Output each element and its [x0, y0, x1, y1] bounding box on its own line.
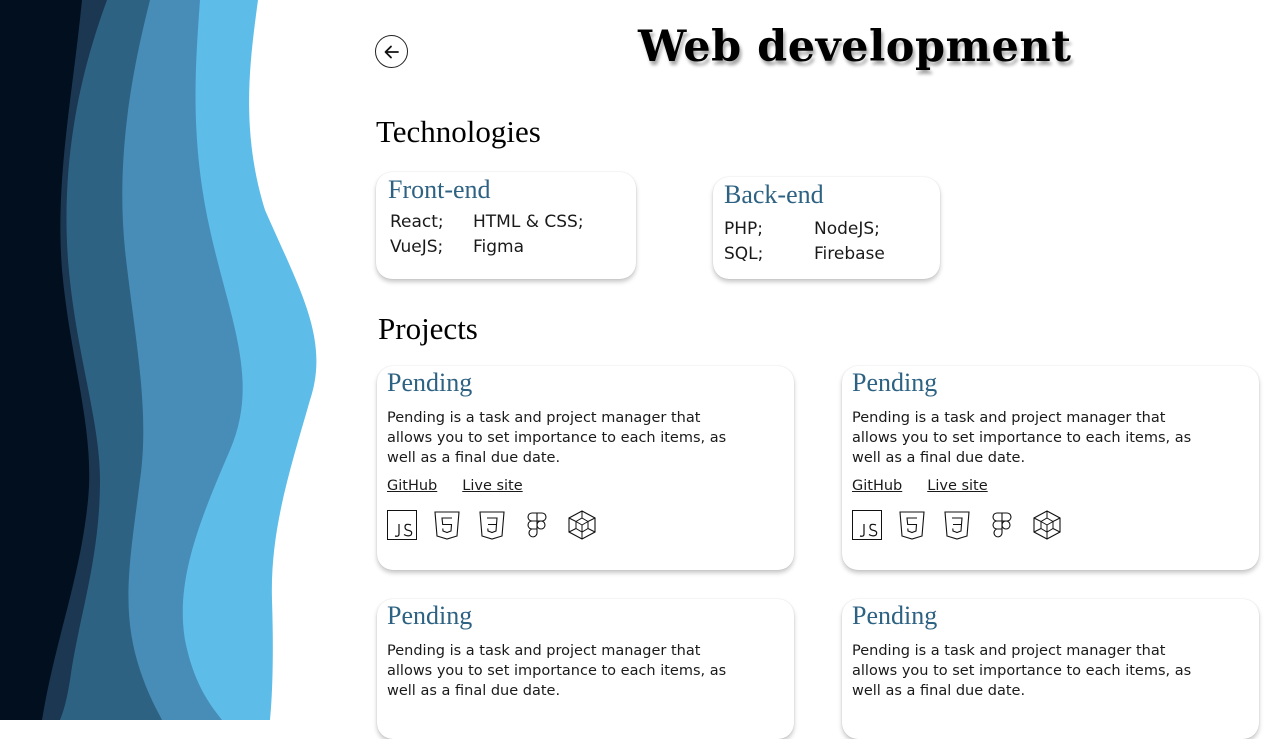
project-card: Pending Pending is a task and project ma…: [377, 599, 794, 739]
project-title: Pending: [387, 368, 473, 397]
javascript-icon: [852, 510, 882, 540]
figma-icon: [522, 510, 552, 540]
frontend-card: Front-end React; HTML & CSS; VueJS; Figm…: [376, 172, 636, 279]
live-site-link[interactable]: Live site: [927, 478, 987, 494]
javascript-icon: [387, 510, 417, 540]
wave-background: [0, 0, 317, 720]
tech-item: SQL;: [724, 244, 764, 264]
github-link[interactable]: GitHub: [852, 478, 902, 494]
tech-item: Figma: [473, 237, 525, 257]
css3-icon: [942, 510, 972, 540]
project-card: Pending Pending is a task and project ma…: [377, 366, 794, 570]
project-tech-icons: [852, 510, 1212, 540]
css3-icon: [477, 510, 507, 540]
tech-item: NodeJS;: [814, 219, 880, 239]
project-title: Pending: [852, 601, 938, 630]
github-link[interactable]: GitHub: [387, 478, 437, 494]
arrow-left-icon: [384, 45, 399, 58]
backend-card-title: Back-end: [724, 180, 824, 209]
project-title: Pending: [852, 368, 938, 397]
tech-item: React;: [390, 212, 444, 232]
project-description: Pending is a task and project manager th…: [387, 410, 727, 466]
tech-item: PHP;: [724, 219, 764, 239]
frontend-card-title: Front-end: [388, 175, 491, 204]
project-card: Pending Pending is a task and project ma…: [842, 599, 1259, 739]
tech-item: Firebase: [814, 244, 885, 264]
project-description: Pending is a task and project manager th…: [852, 410, 1192, 466]
project-description: Pending is a task and project manager th…: [387, 643, 727, 699]
frontend-tech-list: React; HTML & CSS; VueJS; Figma: [390, 211, 584, 259]
project-card: Pending Pending is a task and project ma…: [842, 366, 1259, 570]
tech-item: VueJS;: [390, 237, 444, 257]
backend-card: Back-end PHP; NodeJS; SQL; Firebase: [713, 177, 940, 279]
project-links: GitHub Live site: [387, 478, 747, 494]
projects-heading: Projects: [378, 311, 478, 346]
webpack-icon: [1032, 510, 1062, 540]
tech-item: HTML & CSS;: [473, 212, 584, 232]
project-links: GitHub Live site: [852, 478, 1212, 494]
back-button[interactable]: [375, 35, 408, 68]
technologies-heading: Technologies: [376, 114, 541, 149]
page-title: Web development: [638, 22, 1072, 72]
html5-icon: [897, 510, 927, 540]
webpack-icon: [567, 510, 597, 540]
live-site-link[interactable]: Live site: [462, 478, 522, 494]
backend-tech-list: PHP; NodeJS; SQL; Firebase: [724, 218, 885, 266]
figma-icon: [987, 510, 1017, 540]
html5-icon: [432, 510, 462, 540]
project-tech-icons: [387, 510, 747, 540]
project-title: Pending: [387, 601, 473, 630]
project-description: Pending is a task and project manager th…: [852, 643, 1192, 699]
